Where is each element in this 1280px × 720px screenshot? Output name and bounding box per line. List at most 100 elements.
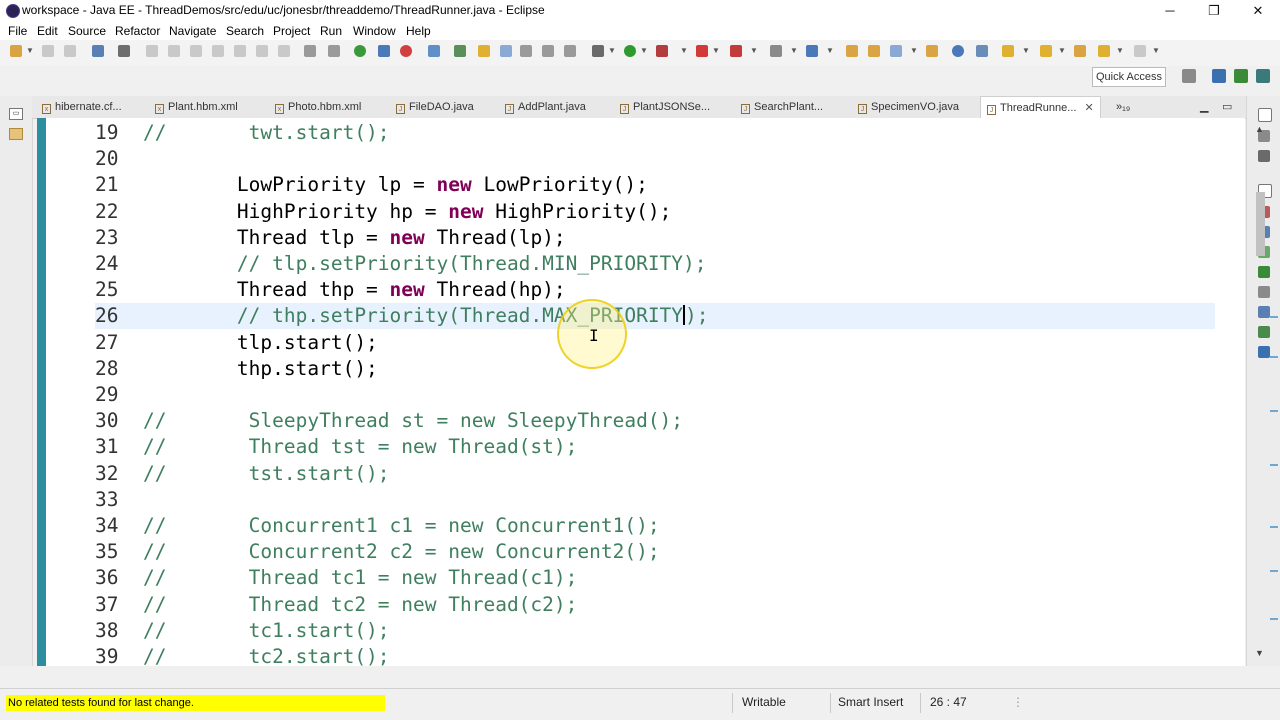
code-line[interactable]: 22 HighPriority hp = new HighPriority(); — [95, 199, 1215, 225]
vertical-scrollbar[interactable]: ▲ ▼ — [1252, 122, 1268, 660]
external-tools-icon[interactable] — [696, 45, 708, 57]
next-annotation-dropdown-icon[interactable]: ▼ — [1022, 46, 1030, 55]
new-java-class-dropdown-icon[interactable]: ▼ — [826, 46, 834, 55]
code-line[interactable]: 27 tlp.start(); — [95, 330, 1215, 356]
new-server-dropdown-icon[interactable]: ▼ — [790, 46, 798, 55]
pin-editor-icon[interactable] — [564, 45, 576, 57]
console-icon[interactable] — [92, 45, 104, 57]
tab-specimenvo[interactable]: J SpecimenVO.java — [858, 96, 959, 118]
open-perspective-icon[interactable] — [1182, 69, 1196, 83]
debug-icon[interactable] — [592, 45, 604, 57]
overview-mark[interactable] — [1270, 410, 1278, 412]
code-line[interactable]: 28 thp.start(); — [95, 356, 1215, 382]
tab-searchplant[interactable]: J SearchPlant... — [741, 96, 823, 118]
code-line[interactable]: 20 — [95, 146, 1215, 172]
overview-mark[interactable] — [1270, 316, 1278, 318]
step-over-icon[interactable] — [256, 45, 268, 57]
overview-mark[interactable] — [1270, 570, 1278, 572]
step-return-icon[interactable] — [278, 45, 290, 57]
maximize-editor-icon[interactable]: ▭ — [1222, 96, 1232, 118]
toggle-breadcrumb-icon[interactable] — [378, 45, 390, 57]
code-line[interactable]: 36 // Thread tc1 = new Thread(c1); — [95, 565, 1215, 591]
status-insert-mode[interactable]: Smart Insert — [838, 695, 903, 709]
terminate-icon[interactable] — [190, 45, 202, 57]
coverage-icon[interactable] — [656, 45, 668, 57]
resume-icon[interactable] — [146, 45, 158, 57]
mark-occurrences-icon[interactable] — [478, 45, 490, 57]
quick-access-field[interactable]: Quick Access — [1092, 67, 1166, 87]
overview-mark[interactable] — [1270, 526, 1278, 528]
forward-icon[interactable] — [1134, 45, 1146, 57]
menu-edit[interactable]: Edit — [37, 24, 58, 38]
code-line[interactable]: 35 // Concurrent2 c2 = new Concurrent2(); — [95, 539, 1215, 565]
close-button[interactable]: ✕ — [1236, 0, 1280, 22]
overview-mark[interactable] — [1270, 464, 1278, 466]
menu-navigate[interactable]: Navigate — [169, 24, 216, 38]
code-editor[interactable]: 19 // twt.start(); 20 21 LowPriority lp = n… — [37, 118, 1278, 668]
use-step-filters-icon[interactable] — [328, 45, 340, 57]
new-java-class-icon[interactable] — [806, 45, 818, 57]
menu-run[interactable]: Run — [320, 24, 342, 38]
debug-perspective-icon[interactable] — [1234, 69, 1248, 83]
java-perspective-icon[interactable] — [1256, 69, 1270, 83]
tab-threadrunner[interactable]: J ThreadRunne... ✕ — [980, 96, 1101, 119]
new-dropdown-icon[interactable]: ▼ — [26, 46, 34, 55]
debug-dropdown-icon[interactable]: ▼ — [608, 46, 616, 55]
run-icon[interactable] — [624, 45, 636, 57]
code-line[interactable]: 29 — [95, 382, 1215, 408]
tab-plantjsonse[interactable]: J PlantJSONSe... — [620, 96, 710, 118]
menu-source[interactable]: Source — [68, 24, 106, 38]
minimize-editor-icon[interactable]: ▁ — [1200, 96, 1208, 118]
deploy-dropdown-icon[interactable]: ▼ — [750, 46, 758, 55]
web-service-icon[interactable] — [428, 45, 440, 57]
suspend-icon[interactable] — [168, 45, 180, 57]
open-type-icon[interactable] — [454, 45, 466, 57]
last-edit-location-icon[interactable] — [1074, 45, 1086, 57]
previous-annotation-dropdown-icon[interactable]: ▼ — [1058, 46, 1066, 55]
save-icon[interactable] — [42, 45, 54, 57]
show-whitespace-icon[interactable] — [542, 45, 554, 57]
tab-filedao[interactable]: J FileDAO.java — [396, 96, 474, 118]
code-line[interactable]: 33 — [95, 487, 1215, 513]
word-wrap-icon[interactable] — [500, 45, 512, 57]
tab-plant-hbm[interactable]: x Plant.hbm.xml — [155, 96, 238, 118]
close-tab-icon[interactable]: ✕ — [1084, 102, 1093, 114]
tab-photo-hbm[interactable]: x Photo.hbm.xml — [275, 96, 361, 118]
code-line[interactable]: 37 // Thread tc2 = new Thread(c2); — [95, 592, 1215, 618]
external-tools-dropdown-icon[interactable]: ▼ — [712, 46, 720, 55]
refresh-server-icon[interactable] — [400, 45, 412, 57]
open-task-icon[interactable] — [926, 45, 938, 57]
open-folder-icon[interactable] — [846, 45, 858, 57]
back-dropdown-icon[interactable]: ▼ — [1116, 46, 1124, 55]
code-line[interactable]: 25 Thread thp = new Thread(hp); — [95, 277, 1215, 303]
search-dropdown-icon[interactable]: ▼ — [910, 46, 918, 55]
previous-annotation-icon[interactable] — [1040, 45, 1052, 57]
skip-breakpoints-icon[interactable] — [118, 45, 130, 57]
coverage-dropdown-icon[interactable]: ▼ — [680, 46, 688, 55]
block-selection-icon[interactable] — [520, 45, 532, 57]
menu-file[interactable]: File — [8, 24, 27, 38]
overview-mark[interactable] — [1270, 356, 1278, 358]
drop-to-frame-icon[interactable] — [304, 45, 316, 57]
java-ee-perspective-icon[interactable] — [1212, 69, 1226, 83]
back-icon[interactable] — [1098, 45, 1110, 57]
menu-search[interactable]: Search — [226, 24, 264, 38]
open-resource-icon[interactable] — [868, 45, 880, 57]
code-line[interactable]: 23 Thread tlp = new Thread(lp); — [95, 225, 1215, 251]
disconnect-icon[interactable] — [212, 45, 224, 57]
scroll-down-icon[interactable]: ▼ — [1255, 648, 1264, 658]
code-line[interactable]: 39 // tc2.start(); — [95, 644, 1215, 670]
code-line[interactable]: 38 // tc1.start(); — [95, 618, 1215, 644]
restore-button[interactable]: ❐ — [1192, 0, 1236, 22]
code-line[interactable]: 30 // SleepyThread st = new SleepyThread(… — [95, 408, 1215, 434]
scroll-up-icon[interactable]: ▲ — [1255, 124, 1264, 134]
menu-window[interactable]: Window — [353, 24, 396, 38]
code-line[interactable]: 26 // thp.setPriority(Thread.MAX_PRIORIT… — [95, 303, 1215, 330]
web-browser-icon[interactable] — [952, 45, 964, 57]
save-all-icon[interactable] — [64, 45, 76, 57]
code-line[interactable]: 34 // Concurrent1 c1 = new Concurrent1(); — [95, 513, 1215, 539]
restore-view-icon[interactable]: ▭ — [9, 108, 23, 120]
new-server-icon[interactable] — [770, 45, 782, 57]
tab-hibernate-cfg[interactable]: x hibernate.cf... — [42, 96, 122, 118]
scrollbar-thumb[interactable] — [1256, 192, 1265, 256]
